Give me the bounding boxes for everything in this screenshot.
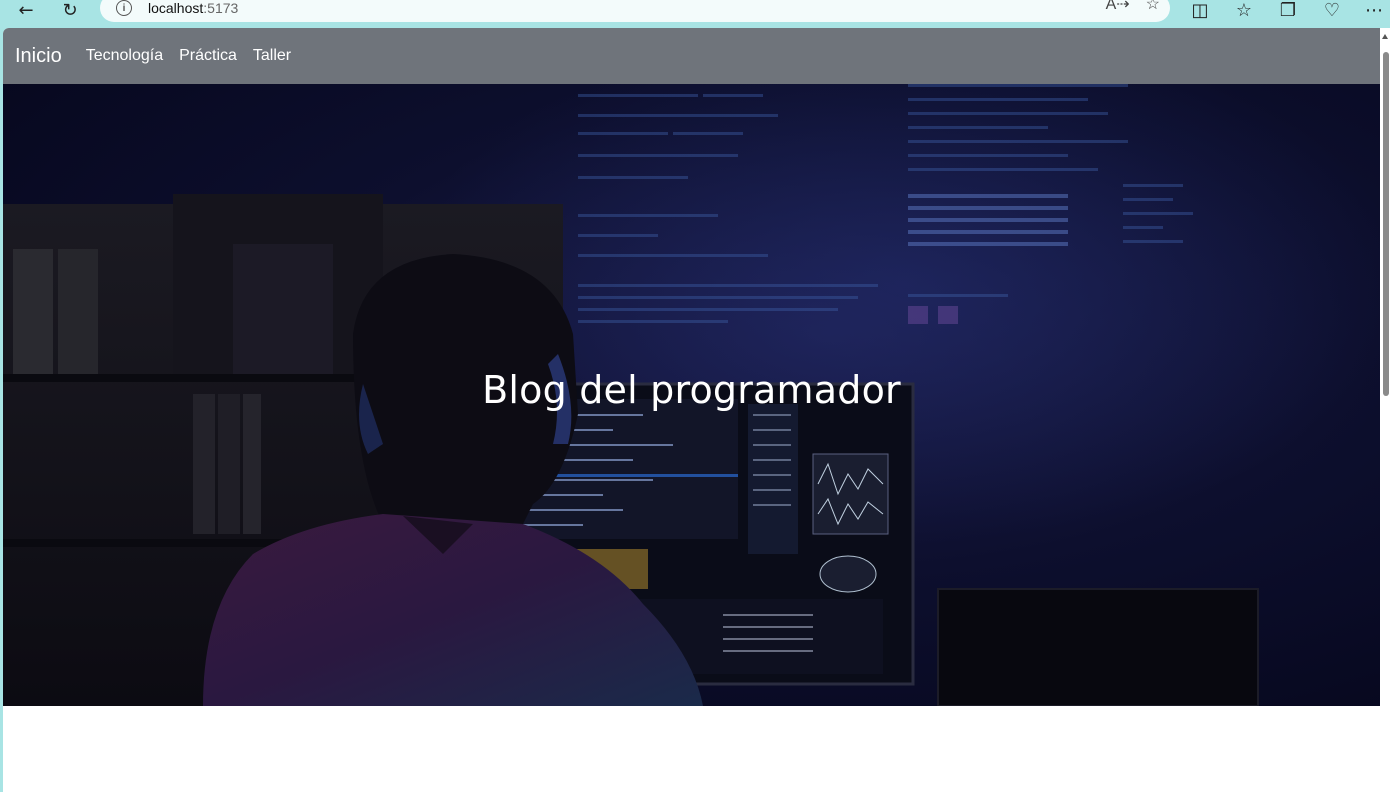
vertical-scrollbar[interactable] [1380,28,1390,792]
back-icon[interactable]: ← [12,0,40,22]
navbar-brand[interactable]: Inicio [15,45,62,68]
hero-banner: Blog del programador [3,84,1380,706]
nav-link-practica[interactable]: Práctica [179,47,237,65]
scroll-up-icon[interactable] [1382,34,1388,39]
page-viewport: Inicio Tecnología Práctica Taller Blog d… [3,28,1380,792]
info-icon[interactable]: i [116,0,132,16]
more-icon[interactable]: ⋯ [1360,0,1388,22]
address-bar[interactable]: i localhost:5173 A⇢ ☆ [100,0,1170,22]
split-screen-icon[interactable]: ◫ [1186,0,1214,22]
favorite-icon[interactable]: ☆ [1146,0,1160,14]
collections-icon[interactable]: ❐ [1274,0,1302,22]
nav-link-taller[interactable]: Taller [253,47,291,65]
url-port: :5173 [203,0,239,16]
hero-title: Blog del programador [482,368,901,412]
browser-toolbar: ← ↻ i localhost:5173 A⇢ ☆ ◫ ☆ ❐ ♡ ⋯ [0,0,1390,28]
favorites-list-icon[interactable]: ☆ [1230,0,1258,22]
scrollbar-thumb[interactable] [1383,52,1389,396]
read-aloud-icon[interactable]: A⇢ [1106,0,1130,14]
refresh-icon[interactable]: ↻ [56,0,84,22]
browser-health-icon[interactable]: ♡ [1318,0,1346,22]
url-host: localhost [148,0,204,16]
navbar: Inicio Tecnología Práctica Taller [3,28,1380,84]
nav-link-tecnologia[interactable]: Tecnología [86,47,163,65]
